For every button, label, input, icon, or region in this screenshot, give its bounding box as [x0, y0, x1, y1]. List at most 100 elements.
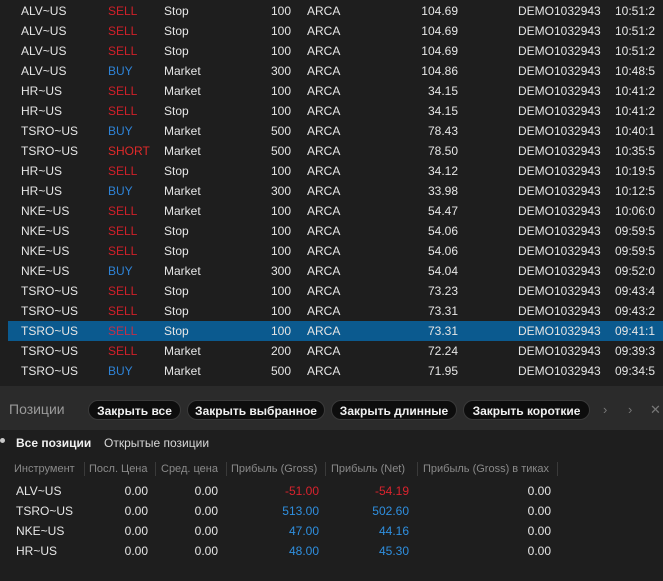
order-quantity: 100 [270, 324, 291, 338]
column-divider[interactable] [226, 462, 227, 476]
order-type: Stop [164, 244, 189, 258]
order-quantity: 300 [270, 184, 291, 198]
order-quantity: 200 [270, 344, 291, 358]
table-row[interactable]: TSRO~US SELL Stop 100 ARCA 73.31 DEMO1032943 09… [8, 301, 663, 321]
column-divider[interactable] [155, 462, 156, 476]
order-account: DEMO1032943 [518, 344, 601, 358]
order-price: 104.69 [421, 24, 458, 38]
order-quantity: 500 [270, 144, 291, 158]
column-header-instrument[interactable]: Инструмент [14, 463, 75, 475]
order-time: 10:41:2 [615, 84, 656, 98]
order-account: DEMO1032943 [518, 84, 601, 98]
table-row[interactable]: TSRO~US SELL Market 200 ARCA 72.24 DEMO1032943… [8, 341, 663, 361]
order-side: BUY [108, 264, 133, 278]
order-symbol: TSRO~US [21, 284, 79, 298]
order-route: ARCA [307, 164, 341, 178]
table-row[interactable]: TSRO~US 0.00 0.00 513.00 502.60 0.00 [0, 501, 663, 521]
position-symbol: NKE~US [16, 524, 65, 538]
order-side: BUY [108, 364, 133, 378]
table-row[interactable]: ALV~US SELL Stop 100 ARCA 104.69 DEMO1032943 10… [8, 41, 663, 61]
position-symbol: ALV~US [16, 484, 62, 498]
close-all-button[interactable]: Закрыть все [88, 400, 181, 420]
order-symbol: NKE~US [21, 204, 70, 218]
order-side: SHORT [108, 144, 150, 158]
table-row[interactable]: NKE~US SELL Stop 100 ARCA 54.06 DEMO1032943 09:… [8, 221, 663, 241]
table-row[interactable]: HR~US SELL Stop 100 ARCA 34.15 DEMO1032943 10:4… [8, 101, 663, 121]
table-row[interactable]: HR~US BUY Market 300 ARCA 33.98 DEMO1032943 10:… [8, 181, 663, 201]
order-symbol: TSRO~US [21, 324, 79, 338]
tab-open-positions[interactable]: Открытые позиции [104, 436, 209, 450]
position-avg-price: 0.00 [194, 544, 218, 558]
order-account: DEMO1032943 [518, 324, 601, 338]
order-price: 54.06 [427, 244, 458, 258]
table-row[interactable]: TSRO~US SHORT Market 500 ARCA 78.50 DEMO103294… [8, 141, 663, 161]
order-price: 78.50 [427, 144, 458, 158]
table-row[interactable]: NKE~US SELL Market 100 ARCA 54.47 DEMO1032943 1… [8, 201, 663, 221]
table-row[interactable]: TSRO~US SELL Stop 100 ARCA 73.31 DEMO1032943 09… [8, 321, 663, 341]
position-profit-ticks: 0.00 [527, 504, 551, 518]
table-row[interactable]: HR~US SELL Stop 100 ARCA 34.12 DEMO1032943 10:1… [8, 161, 663, 181]
chevron-right-icon[interactable]: › [603, 402, 607, 417]
order-symbol: ALV~US [21, 4, 67, 18]
order-time: 10:48:5 [615, 64, 656, 78]
order-time: 09:59:5 [615, 244, 656, 258]
position-profit-gross: -51.00 [284, 484, 319, 498]
order-type: Stop [164, 284, 189, 298]
order-symbol: NKE~US [21, 244, 70, 258]
column-divider[interactable] [325, 462, 326, 476]
order-type: Market [164, 184, 201, 198]
order-quantity: 100 [270, 244, 291, 258]
order-price: 34.12 [427, 164, 458, 178]
column-divider[interactable] [84, 462, 85, 476]
table-row[interactable]: NKE~US 0.00 0.00 47.00 44.16 0.00 [0, 521, 663, 541]
close-icon[interactable]: ✕ [650, 402, 661, 418]
table-row[interactable]: HR~US 0.00 0.00 48.00 45.30 0.00 [0, 541, 663, 561]
table-row[interactable]: NKE~US BUY Market 300 ARCA 54.04 DEMO1032943 09… [8, 261, 663, 281]
close-long-button[interactable]: Закрыть длинные [331, 400, 457, 420]
column-header-profit-net[interactable]: Прибыль (Net) [331, 463, 405, 475]
table-row[interactable]: TSRO~US SELL Stop 100 ARCA 73.23 DEMO1032943 09… [8, 281, 663, 301]
position-profit-net: 502.60 [372, 504, 409, 518]
table-row[interactable]: NKE~US SELL Stop 100 ARCA 54.06 DEMO1032943 09:… [8, 241, 663, 261]
chevron-right-icon[interactable]: › [628, 402, 632, 417]
column-divider[interactable] [417, 462, 418, 476]
table-row[interactable]: HR~US SELL Market 100 ARCA 34.15 DEMO1032943 10… [8, 81, 663, 101]
column-header-avg-price[interactable]: Сред. цена [161, 463, 218, 475]
column-header-profit-ticks[interactable]: Прибыль (Gross) в тиках [423, 463, 549, 475]
table-row[interactable]: TSRO~US BUY Market 500 ARCA 71.95 DEMO1032943 0… [8, 361, 663, 381]
table-row[interactable]: ALV~US SELL Stop 100 ARCA 104.69 DEMO1032943 10… [8, 21, 663, 41]
order-quantity: 100 [270, 204, 291, 218]
order-account: DEMO1032943 [518, 164, 601, 178]
column-divider[interactable] [557, 462, 558, 476]
order-route: ARCA [307, 44, 341, 58]
table-row[interactable]: ALV~US 0.00 0.00 -51.00 -54.19 0.00 [0, 481, 663, 501]
positions-toolbar: Позиции Закрыть все Закрыть выбранное За… [0, 390, 663, 430]
order-side: BUY [108, 64, 133, 78]
order-time: 10:19:5 [615, 164, 656, 178]
tab-all-positions[interactable]: Все позиции [16, 436, 91, 450]
position-avg-price: 0.00 [194, 484, 218, 498]
order-quantity: 100 [270, 224, 291, 238]
column-header-profit-gross[interactable]: Прибыль (Gross) [231, 463, 317, 475]
close-short-button[interactable]: Закрыть короткие [463, 400, 590, 420]
table-row[interactable]: ALV~US SELL Stop 100 ARCA 104.69 DEMO1032943 10… [8, 1, 663, 21]
close-selected-button[interactable]: Закрыть выбранное [187, 400, 325, 420]
order-price: 72.24 [427, 344, 458, 358]
order-account: DEMO1032943 [518, 124, 601, 138]
order-route: ARCA [307, 344, 341, 358]
order-time: 10:51:2 [615, 4, 656, 18]
order-route: ARCA [307, 244, 341, 258]
radio-selected-icon[interactable] [0, 438, 5, 443]
order-route: ARCA [307, 324, 341, 338]
table-row[interactable]: ALV~US BUY Market 300 ARCA 104.86 DEMO1032943 1… [8, 61, 663, 81]
order-account: DEMO1032943 [518, 24, 601, 38]
orders-table: ALV~US SELL Stop 100 ARCA 104.69 DEMO1032943 10… [0, 0, 663, 386]
order-price: 34.15 [427, 84, 458, 98]
column-header-last-price[interactable]: Посл. Цена [89, 463, 148, 475]
table-row[interactable]: TSRO~US BUY Market 500 ARCA 78.43 DEMO1032943 1… [8, 121, 663, 141]
positions-title: Позиции [9, 401, 65, 417]
order-symbol: TSRO~US [21, 304, 79, 318]
order-symbol: HR~US [21, 104, 63, 118]
order-account: DEMO1032943 [518, 64, 601, 78]
order-account: DEMO1032943 [518, 104, 601, 118]
